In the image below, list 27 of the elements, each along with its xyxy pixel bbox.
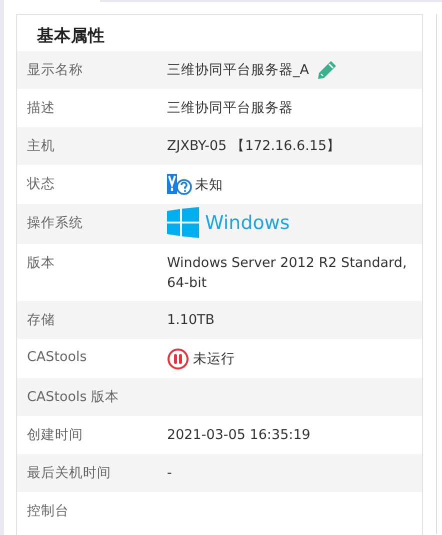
property-value: - xyxy=(167,464,172,483)
property-label: 状态 xyxy=(27,175,55,193)
property-value: 三维协同平台服务器_A xyxy=(167,61,309,80)
property-label: 主机 xyxy=(27,137,55,155)
property-label: 操作系统 xyxy=(27,214,83,232)
property-value: Windows Server 2012 R2 Standard, 64-bit xyxy=(167,254,408,293)
property-label: 存储 xyxy=(27,311,55,329)
property-value: ZJXBY-05 【172.16.6.15】 xyxy=(167,137,341,156)
section-title: 基本属性 xyxy=(36,25,106,47)
pause-icon xyxy=(167,348,189,370)
property-value: 1.10TB xyxy=(167,311,215,330)
property-label: CAStools xyxy=(27,348,87,365)
property-label: CAStools 版本 xyxy=(27,388,120,406)
property-label: 创建时间 xyxy=(27,426,83,444)
property-label: 版本 xyxy=(27,254,55,272)
property-label: 描述 xyxy=(27,99,55,117)
property-value: 未知 xyxy=(195,176,223,195)
unknown-status-icon xyxy=(167,174,193,196)
property-value: 未运行 xyxy=(193,350,235,369)
property-label: 显示名称 xyxy=(27,61,83,79)
os-name: Windows xyxy=(205,212,290,232)
windows-logo-icon xyxy=(167,207,199,238)
property-label: 最后关机时间 xyxy=(27,464,111,482)
property-value: 三维协同平台服务器 xyxy=(167,99,293,118)
property-label: 控制台 xyxy=(27,502,69,520)
property-value: 2021-03-05 16:35:19 xyxy=(167,426,310,445)
pencil-icon[interactable] xyxy=(317,60,337,80)
